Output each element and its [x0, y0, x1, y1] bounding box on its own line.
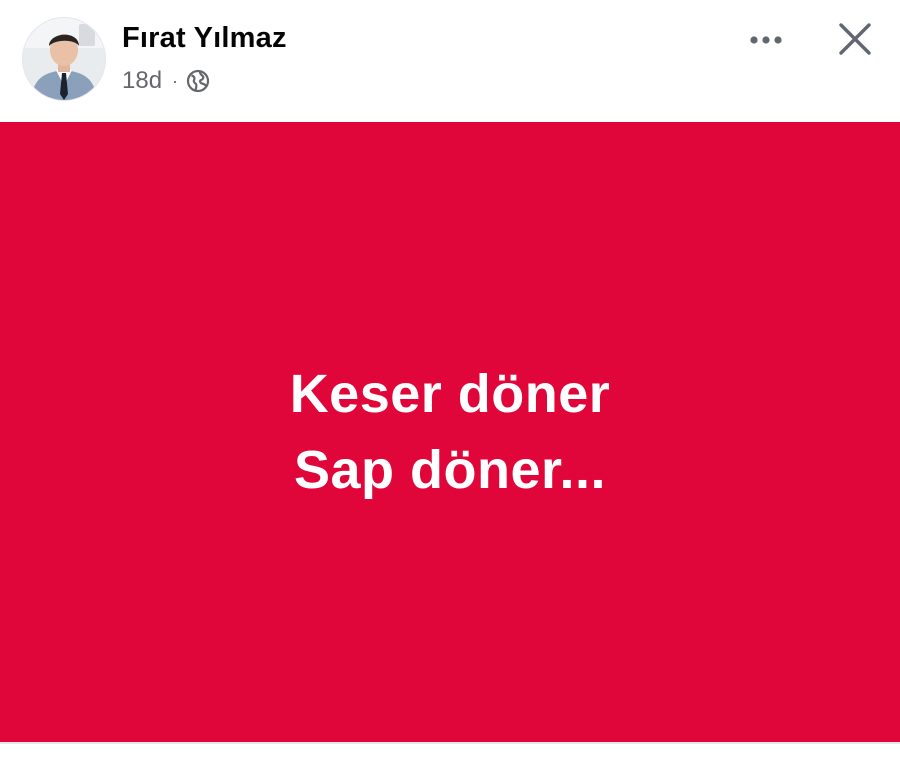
- meta-separator: ·: [172, 71, 179, 91]
- post-colored-background[interactable]: Keser döner Sap döner...: [0, 122, 900, 742]
- author-name[interactable]: Fırat Yılmaz: [122, 22, 287, 55]
- post-text: Keser döner Sap döner...: [290, 356, 611, 508]
- author-avatar[interactable]: [23, 18, 105, 100]
- post-header: Fırat Yılmaz 18d ·: [0, 0, 900, 122]
- more-dots-icon: [750, 36, 782, 44]
- globe-icon[interactable]: [186, 69, 210, 93]
- post-text-line-1: Keser döner: [289, 364, 611, 424]
- post-meta: 18d ·: [122, 66, 210, 96]
- avatar-photo: [23, 18, 105, 100]
- post-divider: [0, 742, 900, 744]
- more-options-button[interactable]: [742, 22, 790, 58]
- post-text-line-2: Sap döner...: [293, 440, 607, 500]
- post-timestamp[interactable]: 18d: [122, 67, 162, 95]
- close-button[interactable]: [830, 14, 880, 64]
- facebook-post: Fırat Yılmaz 18d · Keser döner Sap döner…: [0, 0, 900, 758]
- close-icon: [839, 23, 871, 55]
